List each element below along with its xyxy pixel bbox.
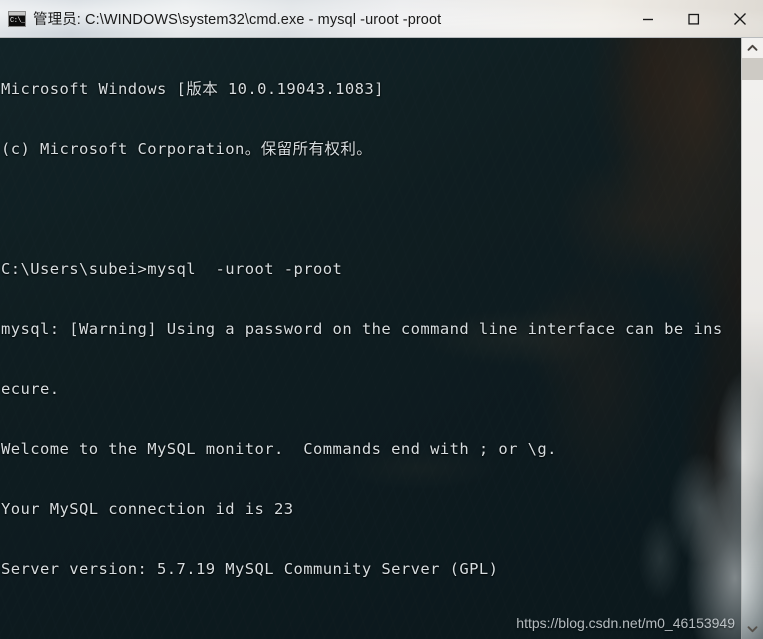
cmd-window: C:\_ 管理员: C:\WINDOWS\system32\cmd.exe - … [0, 0, 763, 639]
window-title: 管理员: C:\WINDOWS\system32\cmd.exe - mysql… [33, 12, 442, 28]
chevron-down-icon [747, 626, 758, 633]
close-icon [734, 12, 746, 25]
console-line: Microsoft Windows [版本 10.0.19043.1083] [1, 80, 384, 98]
watermark-url: https://blog.csdn.net/m0_46153949 [516, 615, 735, 631]
title-bar[interactable]: C:\_ 管理员: C:\WINDOWS\system32\cmd.exe - … [0, 0, 763, 38]
console-line: ecure. [1, 380, 60, 398]
minimize-button[interactable] [625, 0, 671, 37]
scroll-down-button[interactable] [742, 619, 763, 639]
scrollbar-thumb[interactable] [742, 58, 763, 80]
console-line: Server version: 5.7.19 MySQL Community S… [1, 560, 499, 578]
console-line: mysql: [Warning] Using a password on the… [1, 320, 723, 338]
vertical-scrollbar[interactable] [741, 38, 763, 639]
scroll-up-button[interactable] [742, 38, 763, 58]
console-line: Your MySQL connection id is 23 [1, 500, 294, 518]
minimize-icon [643, 18, 653, 20]
close-button[interactable] [717, 0, 763, 37]
console-body[interactable]: Microsoft Windows [版本 10.0.19043.1083] (… [0, 38, 763, 639]
console-text[interactable]: Microsoft Windows [版本 10.0.19043.1083] (… [0, 38, 741, 639]
chevron-up-icon [747, 44, 758, 51]
cmd-console-icon: C:\_ [8, 10, 26, 27]
console-line: C:\Users\subei>mysql -uroot -proot [1, 260, 343, 278]
console-line: Welcome to the MySQL monitor. Commands e… [1, 440, 557, 458]
maximize-button[interactable] [671, 0, 717, 37]
icon-prompt-glyph: C:\_ [10, 16, 25, 25]
console-line: (c) Microsoft Corporation。保留所有权利。 [1, 140, 373, 158]
maximize-icon [688, 13, 700, 25]
